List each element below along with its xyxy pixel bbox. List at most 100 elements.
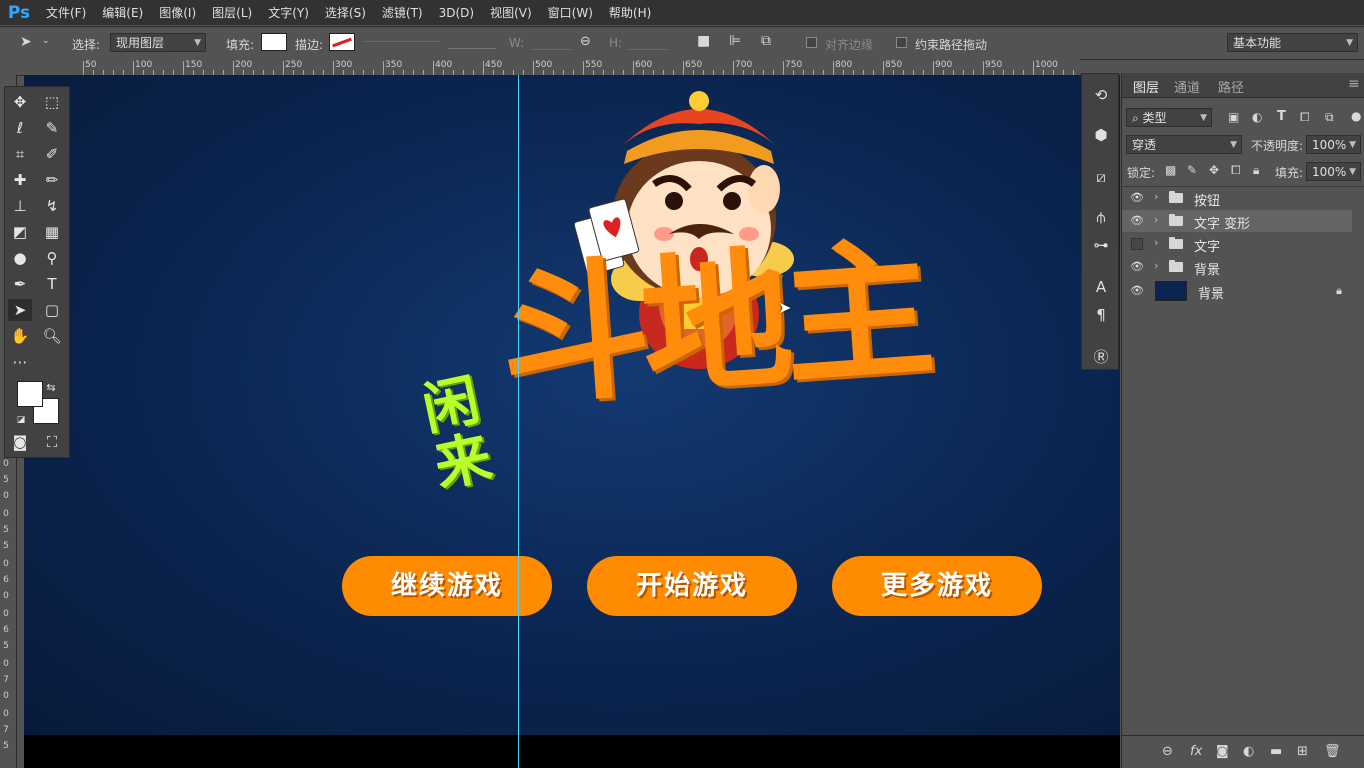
gradient-tool-icon[interactable]: ▦: [40, 221, 64, 243]
constrain-path-checkbox[interactable]: [896, 37, 907, 48]
brush-panel-icon[interactable]: ⫛: [1090, 206, 1112, 228]
stroke-width-field[interactable]: [362, 41, 440, 42]
layer-row-text[interactable]: › 文字: [1122, 233, 1352, 255]
layer-filter-dropdown[interactable]: ⌕ 类型 ▼: [1126, 108, 1212, 127]
more-games-button[interactable]: 更多游戏: [832, 556, 1042, 616]
menu-type[interactable]: 文字(Y): [268, 4, 309, 21]
menu-help[interactable]: 帮助(H): [609, 4, 651, 21]
pen-tool-icon[interactable]: ✒: [8, 273, 32, 295]
continue-game-button[interactable]: 继续游戏: [342, 556, 552, 616]
fill-field[interactable]: 100% ▼: [1306, 162, 1361, 181]
menu-3d[interactable]: 3D(D): [439, 6, 474, 20]
chevron-right-icon[interactable]: ›: [1154, 236, 1158, 249]
quick-selection-tool-icon[interactable]: ✎: [40, 117, 64, 139]
hand-tool-icon[interactable]: ✋: [8, 325, 32, 347]
type-tool-icon[interactable]: T: [40, 273, 64, 295]
menu-view[interactable]: 视图(V): [490, 4, 532, 21]
foreground-color-swatch[interactable]: [17, 381, 43, 407]
crop-tool-icon[interactable]: ⌗: [8, 143, 32, 165]
new-group-icon[interactable]: ▬: [1270, 744, 1282, 759]
clone-stamp-tool-icon[interactable]: ⊥: [8, 195, 32, 217]
horizontal-ruler[interactable]: 50 100 150 200 250 300 350 400 450 500 550 600 650 70…: [75, 59, 1080, 76]
eyedropper-tool-icon[interactable]: ✐: [40, 143, 64, 165]
quick-mask-icon[interactable]: ◙: [8, 431, 32, 453]
history-panel-icon[interactable]: ⟲: [1090, 84, 1112, 106]
layer-row-background[interactable]: 👁︎ 背景 🔒︎: [1122, 280, 1352, 304]
lasso-tool-icon[interactable]: ℓ: [8, 117, 32, 139]
character-panel-icon[interactable]: A: [1090, 276, 1112, 298]
new-layer-icon[interactable]: ⊞: [1297, 744, 1308, 759]
tab-channels[interactable]: 通道: [1174, 77, 1200, 96]
vertical-guide-line[interactable]: [518, 75, 519, 768]
menu-image[interactable]: 图像(I): [159, 4, 196, 21]
filter-shape-icon[interactable]: ⧠: [1300, 110, 1310, 125]
layer-row-background-group[interactable]: 👁︎ › 背景: [1122, 256, 1352, 278]
healing-brush-tool-icon[interactable]: ✚: [8, 169, 32, 191]
path-arrangement-icon[interactable]: ⧉: [761, 33, 771, 49]
opacity-field[interactable]: 100% ▼: [1306, 135, 1361, 154]
tool-preset-chevron-icon[interactable]: ⌄: [42, 36, 50, 46]
chevron-right-icon[interactable]: ›: [1154, 259, 1158, 272]
layer-style-icon[interactable]: fx: [1190, 744, 1202, 759]
filter-type-icon[interactable]: T: [1277, 109, 1286, 124]
chevron-right-icon[interactable]: ›: [1154, 190, 1158, 203]
path-alignment-icon[interactable]: ⊫: [729, 33, 741, 49]
fill-swatch[interactable]: [261, 33, 287, 51]
menu-window[interactable]: 窗口(W): [548, 4, 593, 21]
eye-icon[interactable]: 👁︎: [1130, 191, 1144, 205]
lock-position-icon[interactable]: ✥: [1209, 163, 1219, 177]
add-mask-icon[interactable]: ◙: [1216, 744, 1229, 759]
properties-panel-icon[interactable]: ⧄: [1090, 166, 1112, 188]
filter-adjustment-icon[interactable]: ◐: [1252, 110, 1262, 124]
document-canvas[interactable]: 闲来 斗地主 继续游戏 开始游戏 更多游戏: [24, 75, 1120, 735]
layer-row-buttons[interactable]: 👁︎ › 按钮: [1122, 187, 1352, 209]
filter-pixel-icon[interactable]: ▣: [1228, 110, 1239, 124]
blend-mode-dropdown[interactable]: 穿透 ▼: [1126, 135, 1242, 154]
stroke-type-dropdown[interactable]: [448, 37, 496, 49]
lock-all-icon[interactable]: 🔒︎: [1253, 163, 1259, 178]
delete-layer-icon[interactable]: 🗑︎: [1324, 744, 1341, 759]
marquee-tool-icon[interactable]: ⬚: [40, 91, 64, 113]
eye-icon[interactable]: 👁︎: [1130, 260, 1144, 274]
link-layers-icon[interactable]: ⊖: [1162, 744, 1173, 759]
rectangle-tool-icon[interactable]: ▢: [40, 299, 64, 321]
align-edges-checkbox[interactable]: [806, 37, 817, 48]
move-tool-icon[interactable]: ✥: [8, 91, 32, 113]
menu-filter[interactable]: 滤镜(T): [382, 4, 423, 21]
menu-file[interactable]: 文件(F): [46, 4, 86, 21]
paragraph-panel-icon[interactable]: ¶: [1090, 304, 1112, 326]
lock-pixels-icon[interactable]: ✎: [1187, 163, 1197, 177]
filter-toggle-icon[interactable]: ●: [1351, 109, 1361, 123]
start-game-button[interactable]: 开始游戏: [587, 556, 797, 616]
select-layer-dropdown[interactable]: 现用图层 ▼: [110, 33, 206, 52]
height-field[interactable]: [626, 49, 668, 50]
3d-panel-icon[interactable]: ⬢: [1090, 124, 1112, 146]
layer-row-text-warp[interactable]: 👁︎ › 文字 变形: [1122, 210, 1352, 232]
tab-paths[interactable]: 路径: [1218, 77, 1244, 96]
adjustment-layer-icon[interactable]: ◐: [1243, 744, 1254, 759]
filter-smart-object-icon[interactable]: ⧉: [1325, 110, 1334, 125]
path-operations-icon[interactable]: ■: [697, 33, 710, 49]
eraser-tool-icon[interactable]: ◩: [8, 221, 32, 243]
libraries-panel-icon[interactable]: Ⓡ: [1090, 346, 1112, 368]
stroke-swatch[interactable]: [329, 33, 355, 51]
more-tools-icon[interactable]: ⋯: [8, 351, 32, 373]
dodge-tool-icon[interactable]: ⚲: [40, 247, 64, 269]
visibility-toggle-off[interactable]: [1131, 238, 1143, 250]
tab-layers[interactable]: 图层: [1133, 77, 1159, 96]
screen-mode-icon[interactable]: ⛶: [40, 431, 64, 453]
lock-artboard-icon[interactable]: ⧠: [1231, 163, 1241, 178]
eye-icon[interactable]: 👁︎: [1130, 284, 1144, 298]
history-brush-tool-icon[interactable]: ↯: [40, 195, 64, 217]
blur-tool-icon[interactable]: ●: [8, 247, 32, 269]
lock-transparency-icon[interactable]: ▩: [1165, 163, 1176, 177]
path-selection-tool-icon[interactable]: ➤: [20, 34, 32, 50]
panel-menu-icon[interactable]: ≡: [1348, 76, 1360, 92]
menu-layer[interactable]: 图层(L): [212, 4, 252, 21]
swap-colors-icon[interactable]: ⇆: [43, 377, 59, 399]
link-icon[interactable]: ⊖: [580, 34, 591, 49]
path-selection-tool-icon[interactable]: ➤: [8, 299, 32, 321]
eye-icon[interactable]: 👁︎: [1130, 214, 1144, 228]
zoom-tool-icon[interactable]: 🔍︎: [40, 325, 64, 347]
default-colors-icon[interactable]: ◪: [15, 409, 27, 431]
